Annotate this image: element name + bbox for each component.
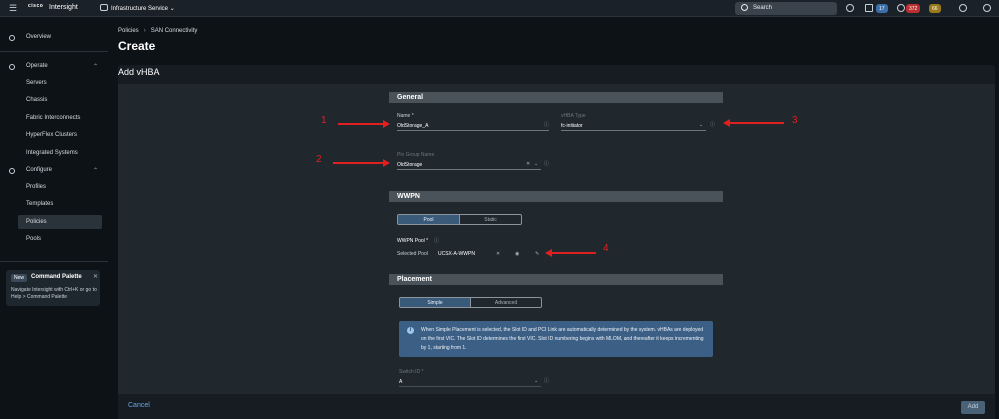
section-general-header: General [389,92,723,103]
wwpn-type-toggle: Pool Static [397,214,522,225]
annotation-arrow-2 [333,159,390,167]
operate-icon [9,64,15,70]
sidebar-section-configure[interactable]: Configure [26,167,52,173]
warning-alarm-badge[interactable]: 66 [929,4,941,13]
chevron-up-icon[interactable]: ⌃ [93,167,98,174]
placement-simple-option[interactable]: Simple [400,298,471,307]
pencil-icon[interactable]: ✎ [535,251,539,257]
annotation-number-1: 1 [321,115,327,126]
placement-toggle: Simple Advanced [399,297,542,308]
sidebar: Overview Operate ⌃ Servers Chassis Fabri… [0,18,108,419]
info-icon[interactable]: ⓘ [434,237,439,244]
check-icon[interactable] [846,4,854,12]
pin-group-label: Pin Group Name [397,152,435,158]
eye-icon[interactable]: ◉ [515,251,519,257]
sidebar-section-operate[interactable]: Operate [26,63,48,69]
info-icon: i [407,327,414,334]
sidebar-item-profiles[interactable]: Profiles [26,184,46,190]
sidebar-item-policies[interactable]: Policies [18,215,102,229]
breadcrumb: Policies › SAN Connectivity [118,28,198,34]
chevron-down-icon[interactable]: ⌄ [534,161,538,167]
switch-id-select[interactable]: A [399,379,402,385]
info-icon[interactable]: ⓘ [710,121,715,128]
brand-name: Intersight [49,4,78,11]
command-palette-desc: Navigate Intersight with Ctrl+K or go to… [11,287,97,300]
overview-icon [9,35,15,41]
close-icon[interactable]: ✕ [93,273,98,280]
sidebar-divider [0,51,108,52]
vhba-type-label: vHBA Type [561,113,586,119]
sidebar-item-hyperflex-clusters[interactable]: HyperFlex Clusters [26,132,77,138]
menu-icon[interactable]: ☰ [9,3,17,14]
annotation-arrow-1 [338,120,390,128]
annotation-arrow-4 [545,249,596,257]
name-input[interactable]: OldStorage_A [397,123,428,129]
top-bar: ☰ cisco Intersight Infrastructure Servic… [0,0,999,17]
info-icon[interactable]: ⓘ [544,121,549,128]
add-button[interactable]: Add [961,401,985,414]
panel-body: General Name * OldStorage_A ⓘ vHBA Type … [118,84,995,394]
search-icon [741,4,748,11]
name-label: Name * [397,113,414,119]
command-palette-title: Command Palette [31,274,82,280]
command-palette-card[interactable]: New Command Palette ✕ Navigate Intersigh… [6,270,100,306]
clear-icon[interactable]: ✕ [526,161,530,167]
clear-icon[interactable]: ✕ [496,251,500,257]
new-badge: New [11,274,28,282]
user-icon[interactable] [983,4,991,12]
sidebar-divider [0,261,108,262]
vhba-type-underline [561,130,706,131]
vhba-type-select[interactable]: fc-initiator [561,123,583,129]
placement-advanced-option[interactable]: Advanced [471,298,541,307]
wwpn-pool-label: WWPN Pool * [397,238,429,244]
pin-group-select[interactable]: OldStorage [397,162,422,168]
breadcrumb-san-connectivity[interactable]: SAN Connectivity [151,28,198,34]
placement-info-text: When Simple Placement is selected, the S… [421,327,704,351]
sidebar-item-chassis[interactable]: Chassis [26,97,47,103]
annotation-number-4: 4 [603,243,609,254]
switch-id-label: Switch ID * [399,369,424,375]
chevron-down-icon[interactable]: ⌄ [534,378,538,384]
info-icon[interactable]: ⓘ [544,160,549,167]
sidebar-item-overview[interactable]: Overview [26,34,51,40]
chevron-up-icon[interactable]: ⌃ [93,63,98,70]
cancel-button[interactable]: Cancel [128,402,150,409]
sidebar-item-integrated-systems[interactable]: Integrated Systems [26,150,78,156]
bell-icon[interactable] [897,4,905,12]
search-button[interactable]: Search [735,2,837,15]
wwpn-static-option[interactable]: Static [460,215,521,224]
add-vhba-panel: Add vHBA General Name * OldStorage_A ⓘ v… [118,65,995,419]
section-placement-header: Placement [389,274,723,285]
configure-icon [9,168,15,174]
selected-pool-label: Selected Pool [397,251,428,257]
panel-footer: Cancel Add [118,395,995,419]
sidebar-item-pools[interactable]: Pools [26,236,41,242]
wwpn-pool-option[interactable]: Pool [398,215,460,224]
announcement-count-badge[interactable]: 17 [876,4,888,13]
placement-info-box: i When Simple Placement is selected, the… [399,321,713,357]
cisco-logo: cisco [28,3,44,9]
announcement-icon[interactable] [865,4,873,12]
pin-group-underline [397,169,541,170]
service-selector[interactable]: Infrastructure Service ⌄ [100,4,175,12]
sidebar-item-templates[interactable]: Templates [26,201,53,207]
section-wwpn-header: WWPN [389,191,723,202]
service-icon [100,4,108,11]
sidebar-item-fabric-interconnects[interactable]: Fabric Interconnects [26,115,80,121]
switch-id-underline [399,386,541,387]
critical-alarm-badge[interactable]: 372 [906,4,921,13]
annotation-number-3: 3 [792,115,798,126]
selected-pool-value: UCSX-A-WWPN [438,251,475,257]
chevron-down-icon[interactable]: ⌄ [699,122,703,128]
page-title: Create [118,39,156,53]
breadcrumb-policies[interactable]: Policies [118,28,139,34]
annotation-arrow-3 [723,119,784,127]
annotation-number-2: 2 [316,154,322,165]
sidebar-item-servers[interactable]: Servers [26,80,47,86]
name-input-underline [397,130,549,131]
info-icon[interactable]: ⓘ [544,377,549,384]
help-icon[interactable] [959,4,967,12]
